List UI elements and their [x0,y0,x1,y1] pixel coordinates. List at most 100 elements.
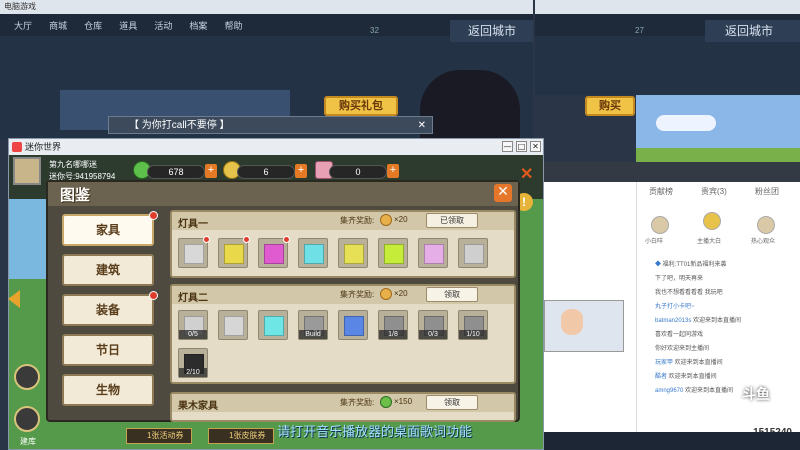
bg-nav-item[interactable]: 仓库 [84,19,102,32]
collection-item[interactable]: 0/5 [178,310,208,340]
bg-nav-item[interactable]: 大厅 [14,19,32,32]
bg-nav-item[interactable]: 帮助 [224,19,242,32]
chat-message: 玩家甲 欢迎来到本直播间 [655,358,723,368]
bg-window-title-2 [535,0,800,14]
player-name: 第九名哪哪迷 [49,160,97,169]
build-icon[interactable] [14,406,40,432]
collection-item[interactable]: Build [298,310,328,340]
gem-add-button[interactable]: + [205,164,217,178]
collection-item[interactable] [298,238,328,268]
collection-item[interactable] [378,238,408,268]
section-name: 果木家具 [178,401,218,412]
collection-item[interactable] [418,238,448,268]
notification-dot [149,211,158,220]
maximize-button[interactable]: □ [516,141,527,152]
block-icon [424,244,444,264]
return-city-bar[interactable]: 返回城市 [450,20,533,42]
douyu-logo: 斗鱼 [742,384,770,404]
collection-item[interactable]: 2/10 [178,348,208,378]
chat-text: 欢迎来到本直播间 [685,388,734,394]
chat-text: 喜欢看一起同游戏 [655,332,704,338]
bg-nav-item[interactable]: 活动 [154,19,172,32]
category-equipment[interactable]: 装备 [62,294,154,326]
collection-item[interactable]: 1/8 [378,310,408,340]
tab-vip[interactable]: 贵宾(3) [701,186,727,197]
section-header: 灯具二 集齐奖励: ×20 领取 [172,286,514,304]
bg-nav-item[interactable]: 道具 [119,19,137,32]
collection-item[interactable] [258,310,288,340]
skin-voucher-button[interactable]: 1张皮肤券 [208,428,274,444]
reward-label: 集齐奖励: [340,398,375,407]
block-icon [344,244,364,264]
live-stream-panel: 贡献榜 贵宾(3) 粉丝团 小白咩 主播大白 热心观众 ◆ 福利:TT01新品福… [544,162,800,450]
return-city-bar-2[interactable]: 返回城市 [705,20,800,42]
chat-text: 欢迎来到本直播间 [674,360,723,366]
block-icon [384,244,404,264]
activity-voucher-button[interactable]: 1张活动券 [126,428,192,444]
reward-value: ×20 [394,289,408,298]
side-label: 建库 [20,437,36,446]
ticket-add-button[interactable]: + [387,164,399,178]
tab-contribution[interactable]: 贡献榜 [649,186,673,197]
item-count: 2/10 [179,368,207,377]
bg-nav-item[interactable]: 商城 [49,19,67,32]
panel-close-button[interactable]: ✕ [494,184,512,202]
close-button[interactable]: ✕ [530,141,541,152]
claim-button[interactable]: 领取 [426,287,478,302]
collection-item[interactable] [258,236,290,268]
bg-nav-item[interactable]: 档案 [189,19,207,32]
category-festival[interactable]: 节日 [62,334,154,366]
reward-label: 集齐奖励: [340,290,375,299]
chat-username[interactable]: 玩家甲 [655,360,675,366]
avatar [703,212,721,230]
buy-button-2[interactable]: 购买 [585,96,635,116]
new-dot [283,236,290,243]
backpack-icon[interactable] [14,364,40,390]
section-header: 果木家具 集齐奖励: ×150 领取 [172,394,514,412]
claim-button[interactable]: 领取 [426,395,478,410]
category-building[interactable]: 建筑 [62,254,154,286]
chat-username[interactable]: 酷者 [655,374,669,380]
collection-item[interactable] [178,236,210,268]
block-icon [224,316,244,336]
reward-label: 集齐奖励: [340,216,375,225]
claimed-button[interactable]: 已领取 [426,213,478,228]
close-icon[interactable]: ✕ [418,117,426,135]
collection-item[interactable]: 0/3 [418,310,448,340]
sky-backdrop [9,199,49,279]
coin-add-button[interactable]: + [295,164,307,178]
reward-value: ×20 [394,215,408,224]
character-art [420,70,520,140]
new-dot [243,236,250,243]
chat-username[interactable]: batman2013s [655,318,693,324]
category-furniture[interactable]: 家具 [62,214,154,246]
collection-item[interactable] [218,310,248,340]
collection-section: 灯具二 集齐奖励: ×20 领取 0/5 Build 1/8 0/3 1/10 2/10 [170,284,516,384]
chat-username[interactable]: 丸子打小卡吧~ [655,304,695,310]
chat-text: 我也不想看看看看 我玩吧 [655,290,723,296]
page-counter-2: 27 [635,26,644,35]
game-window-title: 迷你世界 — □ ✕ [9,139,543,155]
cloud [656,115,716,131]
chat-text: 欢迎来到本直播间 [693,318,742,324]
collection-item[interactable]: 1/10 [458,310,488,340]
category-creature[interactable]: 生物 [62,374,154,406]
chat-username[interactable]: ◆ [655,262,663,268]
minimize-button[interactable]: — [502,141,513,152]
avatar [757,216,775,234]
collection-item[interactable] [338,310,368,340]
collection-item[interactable] [218,236,250,268]
return-city-label-2: 返回城市 [725,24,774,38]
arrow-left-icon[interactable] [8,290,20,308]
buy-gift-button[interactable]: 购买礼包 [324,96,398,116]
collection-item[interactable] [338,238,368,268]
red-close-icon[interactable]: ✕ [520,164,533,184]
chat-username[interactable]: amng9670 [655,388,685,394]
tab-fans[interactable]: 粉丝团 [755,186,779,197]
chat-message: 喜欢看一起同游戏 [655,330,703,340]
avatar[interactable] [13,157,41,185]
category-label: 节日 [95,343,120,357]
streamer-webcam [544,300,624,352]
collection-section: 果木家具 集齐奖励: ×150 领取 [170,392,516,422]
collection-item[interactable] [458,238,488,268]
